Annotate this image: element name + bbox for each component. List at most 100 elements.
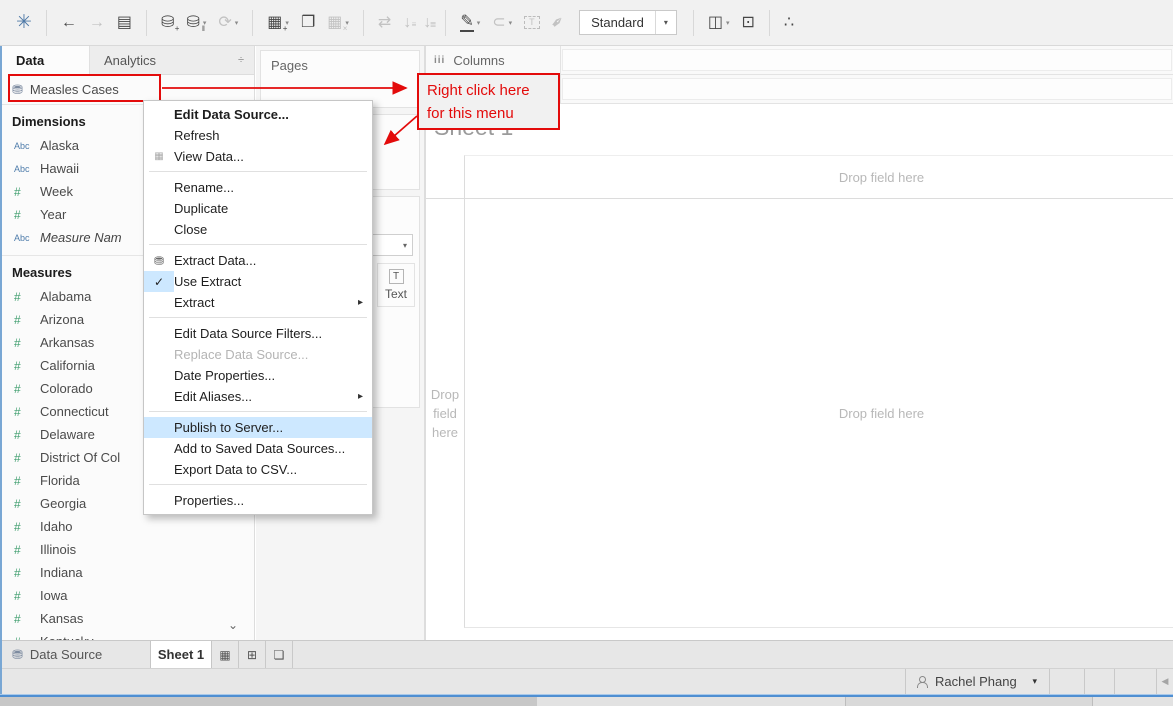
field-label: Colorado <box>40 381 93 396</box>
worksheet-canvas: iii Columns Sheet 1 Drop field here Drop… <box>425 46 1173 640</box>
number-type-icon: # <box>14 428 40 442</box>
duplicate-sheet-button[interactable]: ❐ <box>295 15 321 31</box>
menu-date-properties[interactable]: Date Properties... <box>144 365 372 386</box>
redo-button: → <box>83 15 111 31</box>
below-window-remnant <box>845 697 1093 706</box>
new-data-source-button[interactable]: ⛁ <box>155 15 180 31</box>
menu-publish-to-server[interactable]: Publish to Server... <box>144 417 372 438</box>
field-label: Georgia <box>40 496 86 511</box>
check-icon: ✓ <box>144 271 174 292</box>
data-source-tab-label: Data Source <box>30 647 102 662</box>
rows-shelf-drop-area[interactable] <box>562 78 1172 100</box>
scroll-down-chevron-icon[interactable]: ⌄ <box>228 618 238 632</box>
new-story-tab-button[interactable]: ❏ <box>266 641 293 668</box>
field-row[interactable]: # Indiana <box>2 561 254 584</box>
field-label: Arizona <box>40 312 84 327</box>
menu-properties[interactable]: Properties... <box>144 490 372 511</box>
menu-extract-data[interactable]: ⛃ Extract Data... <box>144 250 372 271</box>
menu-item-label: Use Extract <box>174 274 241 289</box>
menu-rename[interactable]: Rename... <box>144 177 372 198</box>
undo-icon: ← <box>61 15 77 31</box>
chevron-down-icon: ▾ <box>1032 676 1049 687</box>
field-label: Iowa <box>40 588 67 603</box>
menu-item-label: Close <box>174 222 207 237</box>
field-row[interactable]: # Kansas <box>2 607 254 630</box>
field-row[interactable]: # Illinois <box>2 538 254 561</box>
field-row[interactable]: # Idaho <box>2 515 254 538</box>
data-source-tab[interactable]: ⛃ Data Source <box>0 641 150 668</box>
tab-data[interactable]: Data <box>2 46 90 75</box>
menu-export-data-to-csv[interactable]: Export Data to CSV... <box>144 459 372 480</box>
menu-refresh[interactable]: Refresh <box>144 125 372 146</box>
grid-icon: ▦ <box>144 146 174 167</box>
menu-use-extract[interactable]: ✓ Use Extract <box>144 271 372 292</box>
drop-field-top-zone[interactable]: Drop field here <box>464 155 1173 198</box>
field-label: Connecticut <box>40 404 109 419</box>
toolbar-separator <box>769 10 770 36</box>
drop-field-center-zone[interactable]: Drop field here <box>464 198 1173 628</box>
menu-close[interactable]: Close <box>144 219 372 240</box>
dropdown-caret-icon[interactable]: ▾ <box>726 19 730 27</box>
below-window-left <box>0 697 537 706</box>
number-type-icon: # <box>14 589 40 603</box>
highlight-button[interactable]: ✎▾ <box>454 14 486 32</box>
tableau-logo[interactable]: ✳ <box>10 13 38 32</box>
dropdown-caret-icon[interactable]: ▾ <box>477 19 481 27</box>
new-sheet-icon: ▦ <box>219 649 230 661</box>
field-label: Year <box>40 207 66 222</box>
number-type-icon: # <box>14 520 40 534</box>
new-worksheet-button[interactable]: ▦▾ <box>261 15 295 31</box>
menu-edit-data-source[interactable]: Edit Data Source... <box>144 104 372 125</box>
undo-button[interactable]: ← <box>55 15 83 31</box>
new-worksheet-tab-button[interactable]: ▦ <box>212 641 239 668</box>
menu-view-data[interactable]: ▦ View Data... <box>144 146 372 167</box>
sheet1-tab[interactable]: Sheet 1 <box>150 641 212 668</box>
annotation-line1: Right click here <box>427 79 558 102</box>
drop-field-left-zone[interactable]: Drop field here <box>426 198 464 628</box>
number-type-icon: # <box>14 208 40 222</box>
pause-auto-updates-button[interactable]: ⛁▾ <box>180 15 212 31</box>
number-type-icon: # <box>14 497 40 511</box>
fit-selector[interactable]: Standard▾ <box>579 10 677 35</box>
toolbar-separator <box>363 10 364 36</box>
sort-ascending-button: ↓ <box>397 15 417 31</box>
pause-updates-icon: ⛁ <box>186 15 199 31</box>
menu-duplicate[interactable]: Duplicate <box>144 198 372 219</box>
menu-item-label: Edit Data Source... <box>174 107 289 122</box>
menu-extract[interactable]: Extract <box>144 292 372 313</box>
chevron-down-icon[interactable]: ▾ <box>655 11 676 34</box>
text-type-icon: Abc <box>14 233 40 243</box>
number-type-icon: # <box>14 336 40 350</box>
new-dashboard-tab-button[interactable]: ⊞ <box>239 641 266 668</box>
menu-add-to-saved-data-sources[interactable]: Add to Saved Data Sources... <box>144 438 372 459</box>
tab-analytics[interactable]: Analytics ÷ <box>90 46 254 75</box>
user-menu[interactable]: Rachel Phang ▾ <box>905 669 1050 694</box>
number-type-icon: # <box>14 290 40 304</box>
marks-text-button[interactable]: T Text <box>377 263 415 307</box>
field-label: Indiana <box>40 565 83 580</box>
field-row[interactable]: # Kentucky <box>2 630 254 640</box>
menu-edit-aliases[interactable]: Edit Aliases... <box>144 386 372 407</box>
status-bar: Rachel Phang ▾ ◀ <box>0 668 1173 694</box>
menu-replace-data-source: Replace Data Source... <box>144 344 372 365</box>
toolbar-separator <box>46 10 47 36</box>
columns-shelf: iii Columns <box>426 46 1173 75</box>
columns-shelf-drop-area[interactable] <box>562 49 1172 71</box>
field-label: Alaska <box>40 138 79 153</box>
dropdown-caret-icon[interactable]: ▾ <box>509 19 513 27</box>
show-me-button[interactable]: ◫▾ <box>702 15 736 31</box>
menu-edit-data-source-filters[interactable]: Edit Data Source Filters... <box>144 323 372 344</box>
toolbar-separator <box>252 10 253 36</box>
save-button[interactable]: ▤ <box>111 15 138 31</box>
field-row[interactable]: # Iowa <box>2 584 254 607</box>
dropdown-caret-icon[interactable]: ▾ <box>235 19 239 27</box>
field-label: Hawaii <box>40 161 79 176</box>
pane-pin-icon[interactable]: ÷ <box>238 54 244 66</box>
menu-item-label: Add to Saved Data Sources... <box>174 441 345 456</box>
skip-to-start-icon[interactable]: ◀ <box>1157 669 1173 694</box>
share-button[interactable]: ∴ <box>778 15 800 31</box>
presentation-mode-button[interactable]: ⊡ <box>736 15 761 31</box>
status-cell <box>1085 669 1115 694</box>
tab-analytics-label: Analytics <box>104 53 156 68</box>
menu-item-label: Edit Data Source Filters... <box>174 326 322 341</box>
